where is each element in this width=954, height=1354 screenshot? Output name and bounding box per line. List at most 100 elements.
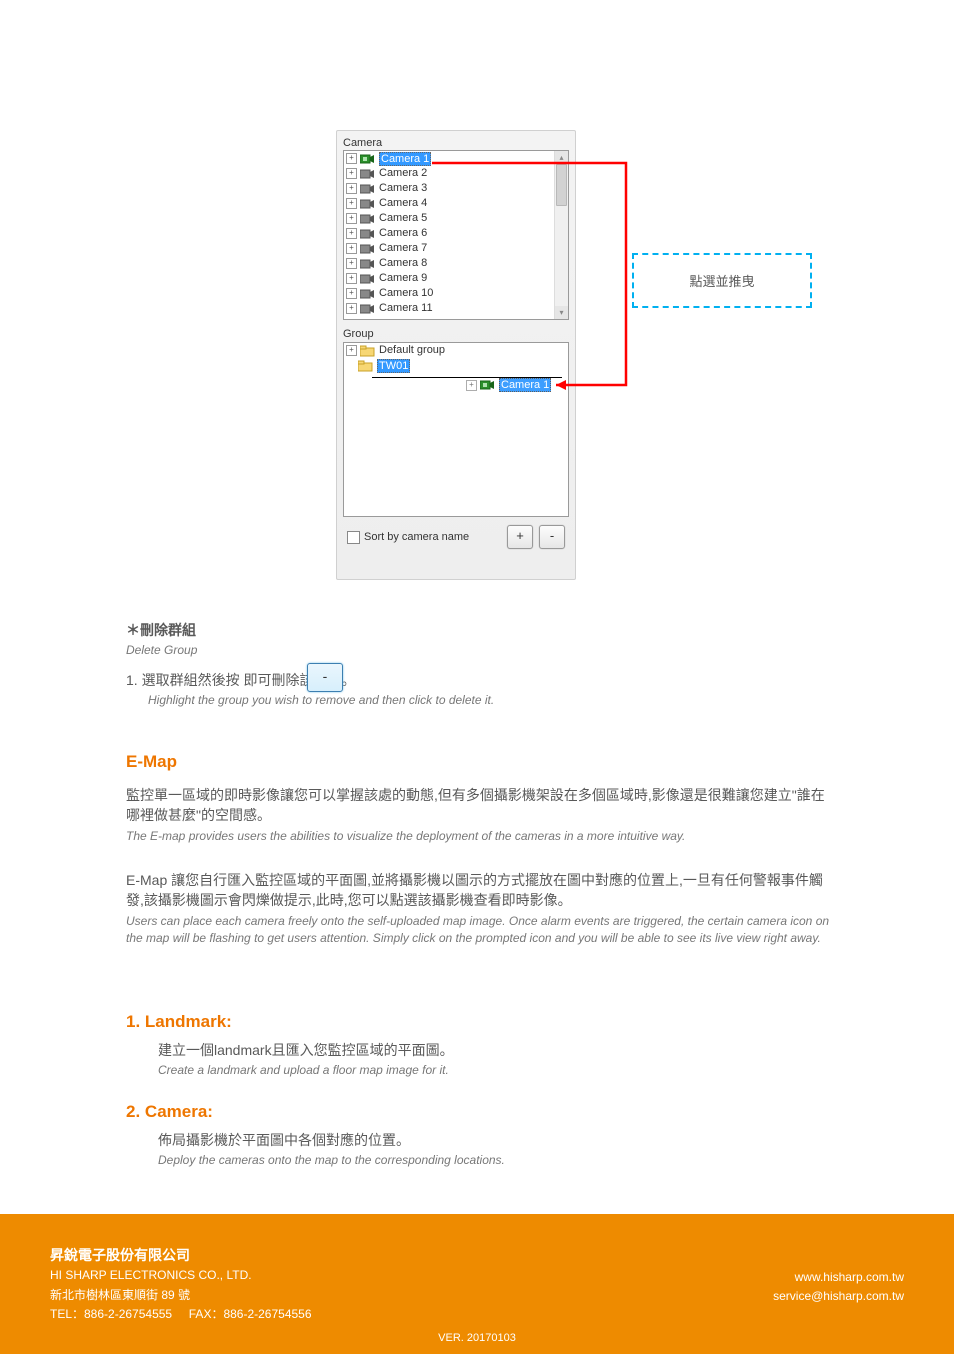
expand-icon[interactable]: + <box>346 228 357 239</box>
camera-icon <box>360 273 376 285</box>
footer-email: service@hisharp.com.tw <box>604 1287 904 1306</box>
emap-title: E-Map <box>126 752 177 771</box>
folder-icon <box>358 360 374 372</box>
expand-icon[interactable]: + <box>346 303 357 314</box>
expand-icon[interactable]: + <box>346 198 357 209</box>
camera-item-11[interactable]: + Camera 11 <box>344 301 568 316</box>
landmark-heading: 1. Landmark: <box>126 1010 232 1035</box>
camera-label: Camera 6 <box>379 226 427 241</box>
group-item-default[interactable]: + Default group <box>344 343 568 358</box>
camera-body: 佈局攝影機於平面圖中各個對應的位置。 Deploy the cameras on… <box>158 1130 828 1170</box>
expand-icon[interactable]: + <box>346 258 357 269</box>
emap-body2-en: Users can place each camera freely onto … <box>126 913 831 948</box>
camera-label: Camera 2 <box>379 166 427 181</box>
camera-icon <box>360 228 376 240</box>
camera-item-1[interactable]: + Camera 1 <box>344 151 568 166</box>
camera-body-zh: 佈局攝影機於平面圖中各個對應的位置。 <box>158 1132 410 1148</box>
callout-drag-hint: 點選並推曳 <box>632 253 812 308</box>
landmark-body-zh: 建立一個landmark且匯入您監控區域的平面圖。 <box>158 1042 454 1058</box>
camera-label: Camera 10 <box>379 286 433 301</box>
camera-icon <box>360 213 376 225</box>
camera-label: Camera 9 <box>379 271 427 286</box>
scroll-thumb[interactable] <box>556 164 567 206</box>
camera-icon <box>480 379 496 391</box>
emap-body1-en: The E-map provides users the abilities t… <box>126 828 831 845</box>
callout-text: 點選並推曳 <box>689 271 754 290</box>
camera-item-6[interactable]: + Camera 6 <box>344 226 568 241</box>
footer-company-en: HI SHARP ELECTRONICS CO., LTD. <box>50 1266 550 1285</box>
landmark-body-en: Create a landmark and upload a floor map… <box>158 1062 828 1079</box>
expand-icon[interactable]: + <box>346 273 357 284</box>
drag-ghost-item: + Camera 1 <box>466 378 551 392</box>
camera-title: Camera: <box>145 1102 213 1121</box>
page-footer: 昇銳電子股份有限公司 HI SHARP ELECTRONICS CO., LTD… <box>0 1214 954 1354</box>
camera-item-7[interactable]: + Camera 7 <box>344 241 568 256</box>
landmark-body: 建立一個landmark且匯入您監控區域的平面圖。 Create a landm… <box>158 1040 828 1080</box>
camera-label: Camera 7 <box>379 241 427 256</box>
group-item-tw01[interactable]: TW01 <box>344 358 568 373</box>
camera-listbox[interactable]: + Camera 1 + Camera 2 + Camera 3 + Camer… <box>343 150 569 320</box>
expand-icon[interactable]: + <box>346 243 357 254</box>
delete-group-title-en: Delete Group <box>126 642 846 659</box>
group-label: TW01 <box>377 359 410 373</box>
group-section-label: Group <box>343 328 569 340</box>
scroll-up-icon[interactable]: ▴ <box>555 151 568 164</box>
emap-body1-zh: 監控單一區域的即時影像讓您可以掌握該處的動態,但有多個攝影機架設在多個區域時,影… <box>126 787 825 823</box>
camera-item-5[interactable]: + Camera 5 <box>344 211 568 226</box>
camera-label: Camera 4 <box>379 196 427 211</box>
camera-icon <box>360 288 376 300</box>
scroll-down-icon[interactable]: ▾ <box>555 306 568 319</box>
camera-section-label: Camera <box>343 137 569 149</box>
expand-icon[interactable]: + <box>346 183 357 194</box>
camera-group-panel: Camera + Camera 1 + Camera 2 + Camera 3 … <box>336 130 576 580</box>
camera-label: Camera 8 <box>379 256 427 271</box>
expand-icon[interactable]: + <box>346 345 357 356</box>
emap-body2: E-Map 讓您自行匯入監控區域的平面圖,並將攝影機以圖示的方式擺放在圖中對應的… <box>126 870 831 947</box>
expand-icon: + <box>466 380 477 391</box>
landmark-num: 1. <box>126 1012 140 1031</box>
camera-label: Camera 5 <box>379 211 427 226</box>
delete-group-step-en: Highlight the group you wish to remove a… <box>148 692 846 709</box>
footer-tel: TEL：886-2-26754555 <box>50 1307 172 1321</box>
remove-group-button[interactable]: - <box>539 525 565 549</box>
sort-checkbox[interactable] <box>347 531 360 544</box>
minus-button-inline: - <box>307 663 343 692</box>
camera-label: Camera 3 <box>379 181 427 196</box>
camera-heading: 2. Camera: <box>126 1100 213 1125</box>
group-listbox[interactable]: + Default group TW01 <box>343 342 569 517</box>
camera-item-4[interactable]: + Camera 4 <box>344 196 568 211</box>
camera-item-2[interactable]: + Camera 2 <box>344 166 568 181</box>
add-group-button[interactable]: + <box>507 525 533 549</box>
camera-icon <box>360 198 376 210</box>
camera-item-3[interactable]: + Camera 3 <box>344 181 568 196</box>
camera-icon <box>360 258 376 270</box>
camera-scrollbar[interactable]: ▴ ▾ <box>554 151 568 319</box>
camera-label: Camera 1 <box>379 152 431 166</box>
landmark-title: Landmark: <box>145 1012 232 1031</box>
camera-item-9[interactable]: + Camera 9 <box>344 271 568 286</box>
footer-site: www.hisharp.com.tw <box>604 1268 904 1287</box>
footer-version: VER. 20170103 <box>438 1332 516 1344</box>
folder-icon <box>360 345 376 357</box>
camera-num: 2. <box>126 1102 140 1121</box>
camera-item-8[interactable]: + Camera 8 <box>344 256 568 271</box>
expand-icon[interactable]: + <box>346 213 357 224</box>
delete-group-title-zh: ＊刪除群組 <box>126 622 196 638</box>
camera-body-en: Deploy the cameras onto the map to the c… <box>158 1152 828 1169</box>
sort-label: Sort by camera name <box>364 531 469 543</box>
camera-icon <box>360 303 376 315</box>
drag-ghost-label: Camera 1 <box>499 378 551 392</box>
footer-fax: FAX：886-2-26754556 <box>189 1307 312 1321</box>
expand-icon[interactable]: + <box>346 168 357 179</box>
footer-address: 新北市樹林區東順街 89 號 <box>50 1286 550 1305</box>
camera-item-10[interactable]: + Camera 10 <box>344 286 568 301</box>
emap-heading: E-Map E-Map <box>126 750 177 775</box>
camera-icon <box>360 153 376 165</box>
delete-group-section: ＊刪除群組 Delete Group 1. 選取群組然後按 即可刪除該群組。 H… <box>126 620 846 709</box>
expand-icon[interactable]: + <box>346 288 357 299</box>
emap-body1: 監控單一區域的即時影像讓您可以掌握該處的動態,但有多個攝影機架設在多個區域時,影… <box>126 785 831 845</box>
camera-icon <box>360 183 376 195</box>
camera-icon <box>360 243 376 255</box>
footer-company: 昇銳電子股份有限公司 <box>50 1244 550 1266</box>
expand-icon[interactable]: + <box>346 153 357 164</box>
